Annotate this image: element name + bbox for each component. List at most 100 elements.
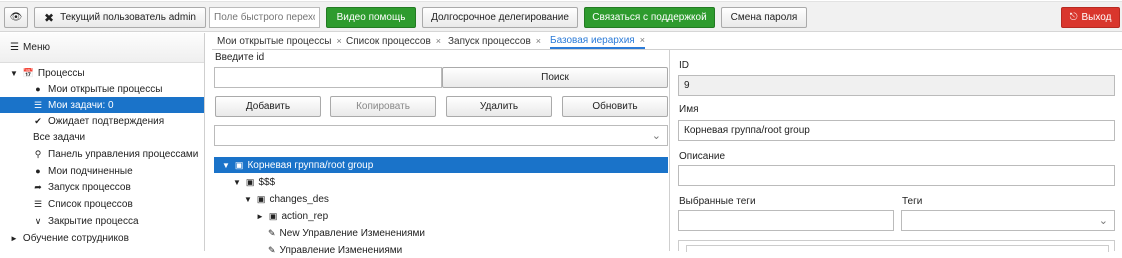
tab-label: Мои открытые процессы (217, 35, 332, 47)
caret-down-icon: ▼ (10, 68, 18, 78)
pin-icon: ✖ (44, 10, 55, 25)
name-label: Имя (679, 104, 699, 115)
refresh-button[interactable]: Обновить (562, 96, 668, 117)
sidebar-item-label: Обучение сотрудников (22, 232, 129, 244)
tags-select[interactable]: ⌄ (901, 210, 1115, 231)
close-icon[interactable]: × (336, 36, 341, 46)
tree-node-dollars[interactable]: ▼ ▣ $$$ (214, 174, 275, 190)
menu-icon: ☰ (10, 42, 19, 53)
sidebar-item-label: Закрытие процесса (48, 215, 139, 227)
panel-divider[interactable] (669, 50, 670, 251)
tab-base-hierarchy[interactable]: Базовая иерархия × (550, 33, 645, 49)
enter-id-label: Введите id (215, 52, 265, 63)
tree-node-label: Корневая группа/root group (247, 159, 374, 171)
process-icon: ✎ (268, 227, 276, 238)
tree-node-label: changes_des (269, 193, 329, 205)
sidebar-item-label: Мои задачи: 0 (48, 99, 114, 111)
process-icon: ✎ (268, 244, 276, 255)
id-input[interactable] (214, 67, 442, 88)
eye-button[interactable]: 👁 (4, 7, 28, 28)
eye-icon: 👁 (9, 12, 23, 23)
menu-title: Меню (22, 42, 50, 53)
tree-node-action-rep[interactable]: ► ▣ action_rep (214, 208, 328, 224)
sidebar-item-process-list[interactable]: ☰ Список процессов (0, 196, 204, 212)
hierarchy-panel: Введите id Поиск Добавить Копировать Уда… (212, 50, 668, 256)
sidebar-item-label: Запуск процессов (48, 181, 131, 193)
video-help-button[interactable]: Видео помощь (326, 7, 416, 28)
sidebar-item-process-dashboard[interactable]: ⚲ Панель управления процессами (0, 146, 204, 162)
user-icon: ● (35, 84, 41, 94)
description-field[interactable] (678, 165, 1115, 186)
tab-process-launch[interactable]: Запуск процессов × (448, 33, 541, 49)
tree-node-label: Управление Изменениями (279, 244, 403, 256)
exit-icon: ⎋ (1069, 12, 1078, 23)
chevron-down-icon: ∨ (34, 215, 42, 226)
sidebar-item-process-launch[interactable]: ➦ Запуск процессов (0, 179, 204, 195)
menu-header[interactable]: ☰ Меню (0, 33, 204, 63)
current-user-button[interactable]: ✖ Текущий пользователь admin (34, 7, 206, 28)
sidebar-item-label: Мои открытые процессы (48, 83, 163, 95)
close-icon[interactable]: × (536, 36, 541, 46)
tree-node-changes-des[interactable]: ▼ ▣ changes_des (214, 191, 329, 207)
stack-icon: ☰ (33, 198, 43, 209)
caret-right-icon: ► (10, 233, 18, 243)
sidebar-item-my-open-processes[interactable]: ● Мои открытые процессы (0, 81, 204, 97)
list-icon: ☰ (33, 99, 43, 110)
selected-tags-label: Выбранные теги (679, 196, 756, 207)
sidebar-item-label: Ожидает подтверждения (48, 115, 165, 127)
sidebar: ☰ Меню ▼ 📅 Процессы ● Мои открытые проце… (0, 33, 205, 251)
tree-node-change-mgmt[interactable]: ✎ Управление Изменениями (214, 242, 402, 258)
pin-icon: ⚲ (34, 148, 42, 159)
share-icon: ➦ (34, 181, 42, 192)
quick-search-input[interactable] (209, 7, 320, 28)
description-label: Описание (679, 151, 726, 162)
tab-label: Базовая иерархия (550, 34, 635, 46)
sidebar-item-employee-training[interactable]: ► Обучение сотрудников (0, 230, 204, 246)
exit-label: Выход (1081, 12, 1112, 23)
tree-node-root[interactable]: ▼ ▣ Корневая группа/root group (214, 157, 668, 173)
delete-button[interactable]: Удалить (446, 96, 552, 117)
tags-label: Теги (902, 196, 923, 207)
hierarchy-select[interactable]: ⌄ (214, 125, 668, 146)
copy-button[interactable]: Копировать (330, 96, 436, 117)
tags-table (678, 240, 1115, 252)
sidebar-item-processes[interactable]: ▼ 📅 Процессы (0, 65, 204, 81)
tree-node-new-change-mgmt[interactable]: ✎ New Управление Изменениями (214, 225, 425, 241)
add-button[interactable]: Добавить (215, 96, 321, 117)
tree-node-label: $$$ (258, 176, 276, 188)
chevron-down-icon: ⌄ (1098, 215, 1108, 227)
tab-label: Список процессов (346, 35, 431, 47)
sidebar-item-process-closing[interactable]: ∨ Закрытие процесса (0, 213, 204, 229)
sidebar-item-awaiting-confirmation[interactable]: ✔ Ожидает подтверждения (0, 113, 204, 129)
long-delegation-button[interactable]: Долгосрочное делегирование (422, 7, 578, 28)
caret-right-icon: ► (256, 211, 264, 221)
top-toolbar: 👁 ✖ Текущий пользователь admin Видео пом… (0, 0, 1122, 32)
user-icon: ● (35, 166, 41, 176)
close-icon[interactable]: × (640, 35, 645, 45)
exit-button[interactable]: ⎋ Выход (1061, 7, 1120, 28)
change-password-button[interactable]: Смена пароля (721, 7, 807, 28)
id-field: 9 (678, 75, 1115, 96)
caret-down-icon: ▼ (244, 194, 252, 204)
name-field[interactable]: Корневая группа/root group (678, 120, 1115, 141)
check-circle-icon: ✔ (34, 115, 42, 126)
tab-label: Запуск процессов (448, 35, 531, 47)
tab-bar: Мои открытые процессы × Список процессов ×… (212, 33, 1122, 50)
close-icon[interactable]: × (436, 36, 441, 46)
tab-my-open-processes[interactable]: Мои открытые процессы × (217, 33, 342, 49)
sidebar-item-all-tasks[interactable]: Все задачи (0, 129, 204, 145)
contact-support-button[interactable]: Связаться с поддержкой (584, 7, 715, 28)
group-icon: ▣ (268, 210, 278, 221)
selected-tags-field[interactable] (678, 210, 894, 231)
sidebar-item-label: Процессы (37, 67, 85, 79)
caret-down-icon: ▼ (233, 177, 241, 187)
group-icon: ▣ (245, 176, 255, 187)
group-icon: ▣ (256, 193, 266, 204)
search-button[interactable]: Поиск (442, 67, 668, 88)
sidebar-item-label: Панель управления процессами (48, 148, 199, 160)
top-strip (0, 0, 1122, 2)
calendar-icon: 📅 (22, 67, 35, 78)
sidebar-item-subordinates[interactable]: ● Мои подчиненные (0, 163, 204, 179)
tab-process-list[interactable]: Список процессов × (346, 33, 441, 49)
sidebar-item-my-tasks[interactable]: ☰ Мои задачи: 0 (0, 97, 204, 113)
